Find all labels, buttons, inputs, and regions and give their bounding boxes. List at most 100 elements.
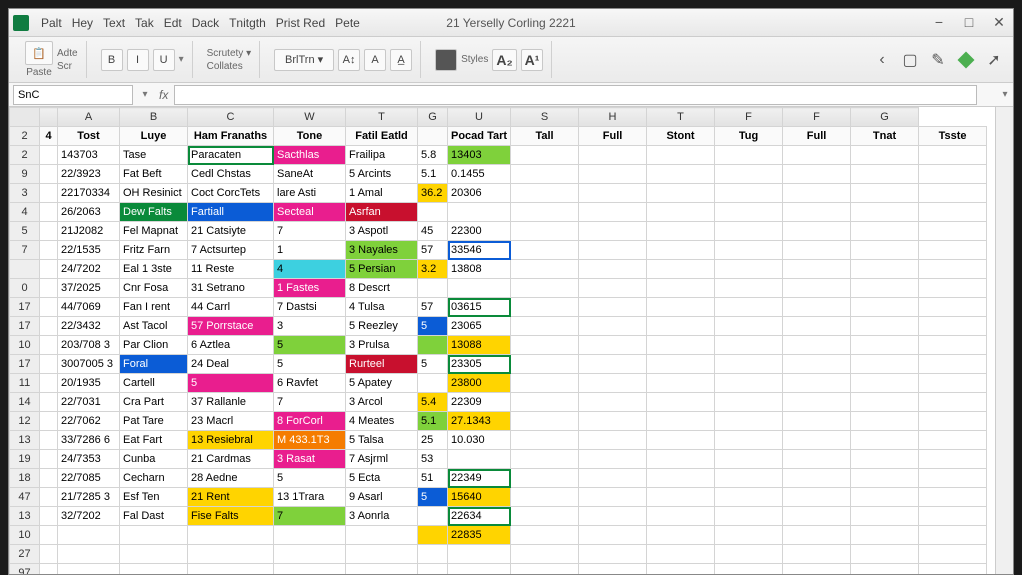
cut-label[interactable]: Adte [57, 48, 78, 59]
cell[interactable]: 5 Ecta [346, 469, 418, 488]
cell[interactable]: 22170334 [58, 184, 120, 203]
cell[interactable] [579, 241, 647, 260]
cell[interactable] [274, 545, 346, 564]
minimize-button[interactable]: − [929, 14, 949, 31]
cell[interactable]: 27.1343 [448, 412, 511, 431]
cell[interactable] [919, 241, 987, 260]
cell[interactable] [418, 203, 448, 222]
column-header[interactable]: A [58, 108, 120, 127]
cell[interactable] [783, 279, 851, 298]
menu-prist red[interactable]: Prist Red [276, 16, 325, 30]
cell[interactable] [511, 317, 579, 336]
cell[interactable]: 23305 [448, 355, 511, 374]
cell[interactable] [851, 184, 919, 203]
cell[interactable] [783, 146, 851, 165]
cell[interactable] [511, 165, 579, 184]
cell[interactable] [188, 526, 274, 545]
cell[interactable]: 7 [274, 507, 346, 526]
cell[interactable]: Sacthlas [274, 146, 346, 165]
cell[interactable] [40, 222, 58, 241]
cell[interactable] [919, 374, 987, 393]
cell[interactable] [40, 336, 58, 355]
cell[interactable]: 3 Aonrla [346, 507, 418, 526]
cell[interactable] [579, 507, 647, 526]
cell[interactable]: 24/7202 [58, 260, 120, 279]
cell[interactable] [919, 431, 987, 450]
cell[interactable]: 5 [418, 355, 448, 374]
cell[interactable] [511, 298, 579, 317]
cell[interactable]: 53 [418, 450, 448, 469]
cell[interactable] [511, 507, 579, 526]
header-cell[interactable]: Tug [715, 127, 783, 146]
cell[interactable] [783, 564, 851, 575]
cell[interactable] [647, 393, 715, 412]
cell[interactable] [40, 279, 58, 298]
italic-button[interactable]: I [127, 49, 149, 71]
cell[interactable]: 23800 [448, 374, 511, 393]
cell[interactable] [919, 507, 987, 526]
cell[interactable]: 11 Reste [188, 260, 274, 279]
cell[interactable] [40, 393, 58, 412]
cell[interactable] [448, 450, 511, 469]
cell[interactable] [783, 317, 851, 336]
cell[interactable] [851, 393, 919, 412]
cell[interactable] [919, 184, 987, 203]
cell[interactable]: Cedl Chstas [188, 165, 274, 184]
row-header[interactable]: 17 [10, 355, 40, 374]
cell[interactable] [511, 184, 579, 203]
cell[interactable] [715, 507, 783, 526]
cell[interactable] [579, 279, 647, 298]
cell[interactable]: 22309 [448, 393, 511, 412]
formula-input[interactable] [174, 85, 977, 105]
column-header[interactable]: F [715, 108, 783, 127]
cell[interactable]: Fat Beft [120, 165, 188, 184]
row-header[interactable]: 97 [10, 564, 40, 575]
cell[interactable]: 21/7285 3 [58, 488, 120, 507]
cell[interactable] [647, 469, 715, 488]
cell[interactable]: 4 Tulsa [346, 298, 418, 317]
cell[interactable] [783, 260, 851, 279]
cell[interactable] [58, 545, 120, 564]
cell[interactable] [851, 488, 919, 507]
cell[interactable] [579, 336, 647, 355]
cell[interactable] [511, 146, 579, 165]
cell[interactable]: 7 [274, 393, 346, 412]
cell[interactable] [851, 431, 919, 450]
cell[interactable] [274, 526, 346, 545]
cell[interactable] [715, 279, 783, 298]
cell[interactable] [188, 545, 274, 564]
cell[interactable] [579, 526, 647, 545]
cell[interactable]: Fan I rent [120, 298, 188, 317]
cell[interactable] [919, 317, 987, 336]
bold-button[interactable]: B [101, 49, 123, 71]
cell[interactable]: 21 Cardmas [188, 450, 274, 469]
cell[interactable] [346, 526, 418, 545]
cell[interactable]: 3007005 3 [58, 355, 120, 374]
cell[interactable] [511, 241, 579, 260]
collates-label[interactable]: Collates [207, 61, 251, 72]
cell[interactable] [511, 450, 579, 469]
cell[interactable]: 5 [418, 317, 448, 336]
cell[interactable]: 3.2 [418, 260, 448, 279]
cell[interactable]: 143703 [58, 146, 120, 165]
cell[interactable]: 9 Asarl [346, 488, 418, 507]
column-header[interactable]: T [346, 108, 418, 127]
cell[interactable]: 28 Aedne [188, 469, 274, 488]
cell[interactable] [647, 203, 715, 222]
cell[interactable] [851, 564, 919, 575]
cell[interactable] [783, 526, 851, 545]
cell[interactable] [851, 526, 919, 545]
cell[interactable] [579, 545, 647, 564]
cell[interactable] [783, 488, 851, 507]
cell[interactable]: 3 Prulsa [346, 336, 418, 355]
cell[interactable]: 24/7353 [58, 450, 120, 469]
header-cell[interactable] [418, 127, 448, 146]
style-a2[interactable]: A¹ [521, 49, 544, 71]
column-header[interactable]: U [448, 108, 511, 127]
menu-edt[interactable]: Edt [164, 16, 182, 30]
cell[interactable] [647, 374, 715, 393]
cell[interactable]: 37/2025 [58, 279, 120, 298]
cell[interactable] [418, 526, 448, 545]
cell[interactable] [579, 469, 647, 488]
cell[interactable] [40, 564, 58, 575]
